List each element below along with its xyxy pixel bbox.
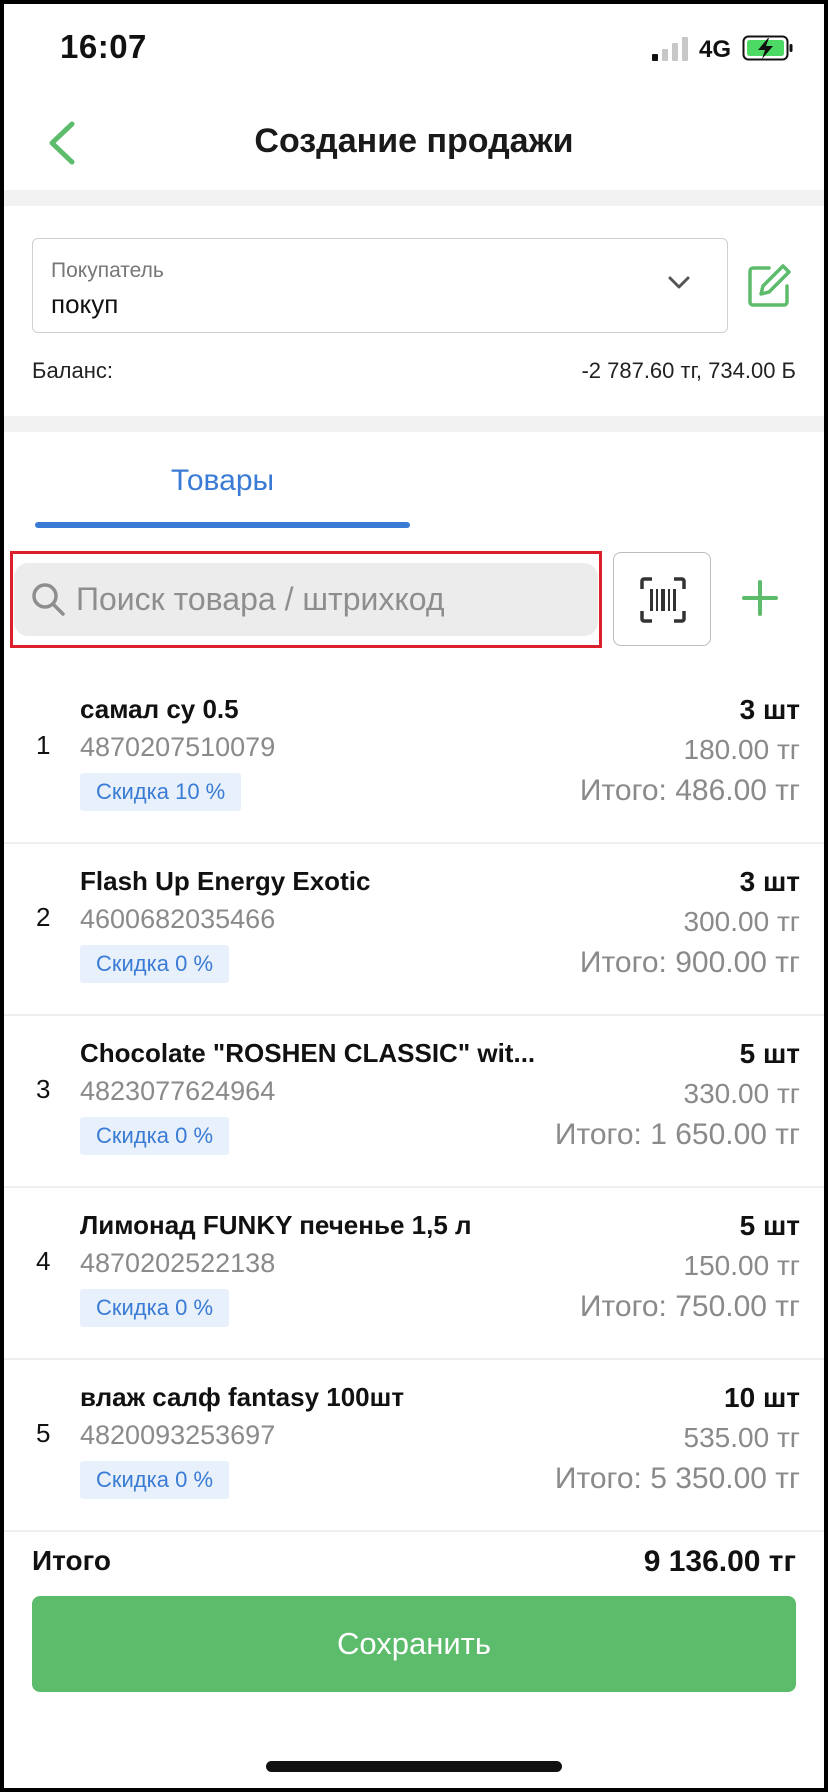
save-button[interactable]: Сохранить bbox=[32, 1596, 796, 1692]
product-name: самал су 0.5 bbox=[80, 694, 239, 724]
page-title: Создание продажи bbox=[254, 122, 574, 160]
network-type: 4G bbox=[699, 36, 732, 63]
product-price: 150.00 тг bbox=[683, 1250, 800, 1281]
tab-active-indicator bbox=[35, 522, 410, 528]
product-price: 180.00 тг bbox=[683, 734, 800, 765]
row-number: 3 bbox=[36, 1074, 51, 1104]
row-divider bbox=[4, 1530, 824, 1532]
product-row[interactable]: 3 Chocolate "ROSHEN CLASSIC" wit... 4823… bbox=[4, 1016, 824, 1188]
tab-products[interactable]: Товары bbox=[35, 450, 410, 530]
grand-total-value: 9 136.00 тг bbox=[643, 1545, 796, 1578]
status-time: 16:07 bbox=[60, 28, 147, 65]
section-divider bbox=[4, 416, 824, 432]
discount-badge[interactable]: Скидка 0 % bbox=[80, 945, 230, 983]
product-price: 330.00 тг bbox=[683, 1078, 800, 1109]
product-barcode: 4870202522138 bbox=[80, 1248, 276, 1278]
search-field[interactable] bbox=[14, 563, 598, 636]
row-number: 4 bbox=[36, 1246, 51, 1276]
status-bar: 16:07 4G bbox=[0, 0, 828, 100]
product-barcode: 4600682035466 bbox=[80, 904, 276, 934]
discount-badge[interactable]: Скидка 10 % bbox=[80, 773, 242, 811]
product-quantity: 3 шт bbox=[739, 866, 800, 897]
product-row[interactable]: 5 влаж салф fantasy 100шт 4820093253697 … bbox=[4, 1360, 824, 1532]
product-price: 300.00 тг bbox=[683, 906, 800, 937]
balance-label: Баланс: bbox=[32, 358, 114, 383]
customer-label: Покупатель bbox=[51, 259, 164, 282]
section-divider bbox=[4, 190, 824, 206]
product-name: влаж салф fantasy 100шт bbox=[80, 1382, 405, 1412]
product-name: Flash Up Energy Exotic bbox=[80, 866, 371, 896]
battery-charging-icon bbox=[742, 35, 793, 61]
balance-value: -2 787.60 тг, 734.00 Б bbox=[581, 358, 796, 383]
plus-icon[interactable] bbox=[740, 578, 780, 618]
customer-value: покуп bbox=[51, 289, 119, 319]
discount-badge[interactable]: Скидка 0 % bbox=[80, 1289, 230, 1327]
product-quantity: 10 шт bbox=[724, 1382, 800, 1413]
product-row[interactable]: 1 самал су 0.5 4870207510079 Скидка 10 %… bbox=[4, 672, 824, 844]
product-name: Лимонад FUNKY печенье 1,5 л bbox=[80, 1210, 472, 1240]
product-price: 535.00 тг bbox=[683, 1422, 800, 1453]
discount-badge[interactable]: Скидка 0 % bbox=[80, 1117, 230, 1155]
product-total: Итого: 900.00 тг bbox=[579, 946, 800, 979]
product-quantity: 3 шт bbox=[739, 694, 800, 725]
signal-icon bbox=[652, 37, 688, 61]
product-total: Итого: 5 350.00 тг bbox=[554, 1462, 800, 1495]
home-indicator bbox=[266, 1761, 562, 1772]
nav-bar: Создание продажи bbox=[0, 100, 828, 188]
customer-select[interactable]: Покупатель покуп bbox=[32, 238, 728, 333]
search-input[interactable] bbox=[76, 563, 576, 636]
product-barcode: 4820093253697 bbox=[80, 1420, 276, 1450]
product-quantity: 5 шт bbox=[739, 1210, 800, 1241]
row-number: 5 bbox=[36, 1418, 51, 1448]
grand-total-label: Итого bbox=[32, 1545, 111, 1576]
product-row[interactable]: 4 Лимонад FUNKY печенье 1,5 л 4870202522… bbox=[4, 1188, 824, 1360]
product-name: Chocolate "ROSHEN CLASSIC" wit... bbox=[80, 1038, 536, 1068]
product-barcode: 4870207510079 bbox=[80, 732, 276, 762]
discount-badge[interactable]: Скидка 0 % bbox=[80, 1461, 230, 1499]
barcode-scan-button[interactable] bbox=[613, 552, 711, 646]
chevron-down-icon bbox=[668, 276, 690, 289]
barcode-scan-icon bbox=[640, 577, 686, 623]
row-number: 2 bbox=[36, 902, 51, 932]
product-total: Итого: 750.00 тг bbox=[579, 1290, 800, 1323]
product-row[interactable]: 2 Flash Up Energy Exotic 4600682035466 С… bbox=[4, 844, 824, 1016]
tab-products-label: Товары bbox=[170, 464, 275, 497]
search-icon bbox=[32, 583, 65, 616]
product-quantity: 5 шт bbox=[739, 1038, 800, 1069]
edit-icon[interactable] bbox=[745, 262, 793, 310]
product-total: Итого: 486.00 тг bbox=[579, 774, 800, 807]
product-total: Итого: 1 650.00 тг bbox=[554, 1118, 800, 1151]
product-barcode: 4823077624964 bbox=[80, 1076, 276, 1106]
row-number: 1 bbox=[36, 730, 51, 760]
